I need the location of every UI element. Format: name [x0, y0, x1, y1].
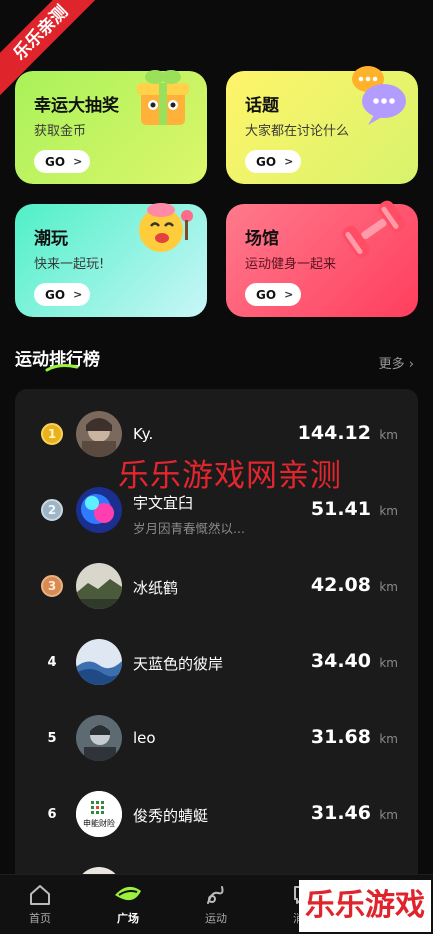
leaderboard-row[interactable]: 6 申能财险 俊秀的蜻蜓 31.46 km: [15, 773, 418, 849]
chevron-right-icon: >: [284, 155, 294, 168]
gift-box-icon: [137, 70, 189, 125]
rank-number: 6: [47, 806, 57, 822]
avatar[interactable]: 申能财险: [76, 791, 122, 837]
card-subtitle: 运动健身一起来: [245, 257, 337, 272]
distance-unit: km: [379, 580, 398, 594]
card-subtitle: 获取金币: [34, 124, 87, 139]
rank-medal-gold: 1: [41, 423, 63, 445]
leaderboard-row[interactable]: 5 leo 31.68 km: [15, 697, 418, 773]
user-bio: 岁月因青春慨然以...: [133, 521, 245, 536]
user-name: leo: [133, 729, 156, 747]
go-button[interactable]: GO >: [34, 283, 90, 306]
company-logo-icon: 申能财险: [76, 791, 122, 837]
user-name: 冰纸鹤: [133, 579, 179, 597]
distance-value: 51.41: [310, 498, 371, 520]
home-icon: [30, 885, 50, 905]
distance-unit: km: [379, 656, 398, 670]
distance-unit: km: [379, 808, 398, 822]
leaderboard-row[interactable]: 4 天蓝色的彼岸 34.40 km: [15, 621, 418, 697]
more-link[interactable]: 更多 ›: [379, 353, 414, 372]
avatar[interactable]: [76, 563, 122, 609]
distance-unit: km: [379, 732, 398, 746]
mascot-icon: [139, 203, 193, 252]
rank-number: 4: [47, 654, 57, 670]
avatar[interactable]: [76, 639, 122, 685]
tab-sport[interactable]: 运动: [186, 883, 246, 933]
trendy-play-card[interactable]: 潮玩 快来一起玩! GO >: [15, 203, 207, 317]
user-name: 俊秀的蜻蜓: [133, 807, 209, 825]
rank-medal-silver: 2: [41, 499, 63, 521]
sport-icon: [207, 886, 224, 904]
chevron-right-icon: >: [284, 288, 294, 301]
tab-plaza[interactable]: 广场: [98, 883, 158, 933]
chevron-right-icon: ›: [408, 357, 414, 372]
rank-number: 5: [47, 730, 57, 746]
avatar[interactable]: [76, 411, 122, 457]
card-title: 话题: [245, 96, 279, 116]
card-subtitle: 快来一起玩!: [34, 257, 105, 272]
user-name: Ky.: [133, 425, 154, 443]
distance-value: 34.40: [310, 650, 371, 672]
card-title: 幸运大抽奖: [34, 96, 119, 116]
card-subtitle: 大家都在讨论什么: [245, 124, 350, 139]
leaderboard-row[interactable]: 3 冰纸鹤 42.08 km: [15, 545, 418, 621]
distance-value: 144.12: [297, 422, 371, 444]
go-button[interactable]: GO >: [34, 150, 90, 173]
card-title: 场馆: [245, 229, 279, 249]
topic-card[interactable]: 话题 大家都在讨论什么 GO >: [226, 66, 418, 184]
watermark-corner: 乐乐游戏: [299, 880, 431, 932]
watermark-text: 乐乐游戏网亲测: [118, 458, 342, 494]
chevron-right-icon: >: [73, 288, 83, 301]
title-underline-decoration: [45, 364, 79, 372]
go-button[interactable]: GO >: [245, 283, 301, 306]
svg-text:申能财险: 申能财险: [83, 818, 115, 828]
card-title: 潮玩: [34, 229, 68, 249]
venue-card[interactable]: 场馆 运动健身一起来 GO >: [226, 200, 418, 317]
distance-value: 42.08: [310, 574, 371, 596]
avatar[interactable]: [76, 487, 122, 533]
lucky-draw-card[interactable]: 幸运大抽奖 获取金币 GO >: [15, 70, 207, 184]
dumbbell-icon: [342, 200, 406, 258]
chat-bubbles-icon: [352, 66, 406, 125]
distance-value: 31.68: [310, 726, 371, 748]
rank-medal-bronze: 3: [41, 575, 63, 597]
distance-unit: km: [379, 504, 398, 518]
distance-value: 31.46: [310, 802, 371, 824]
go-button[interactable]: GO >: [245, 150, 301, 173]
user-name: 宇文宜臼: [133, 494, 194, 512]
distance-unit: km: [379, 428, 398, 442]
tab-home[interactable]: 首页: [10, 883, 70, 933]
chevron-right-icon: >: [73, 155, 83, 168]
plaza-icon: [115, 886, 141, 901]
user-name: 天蓝色的彼岸: [133, 655, 224, 673]
avatar[interactable]: [76, 715, 122, 761]
